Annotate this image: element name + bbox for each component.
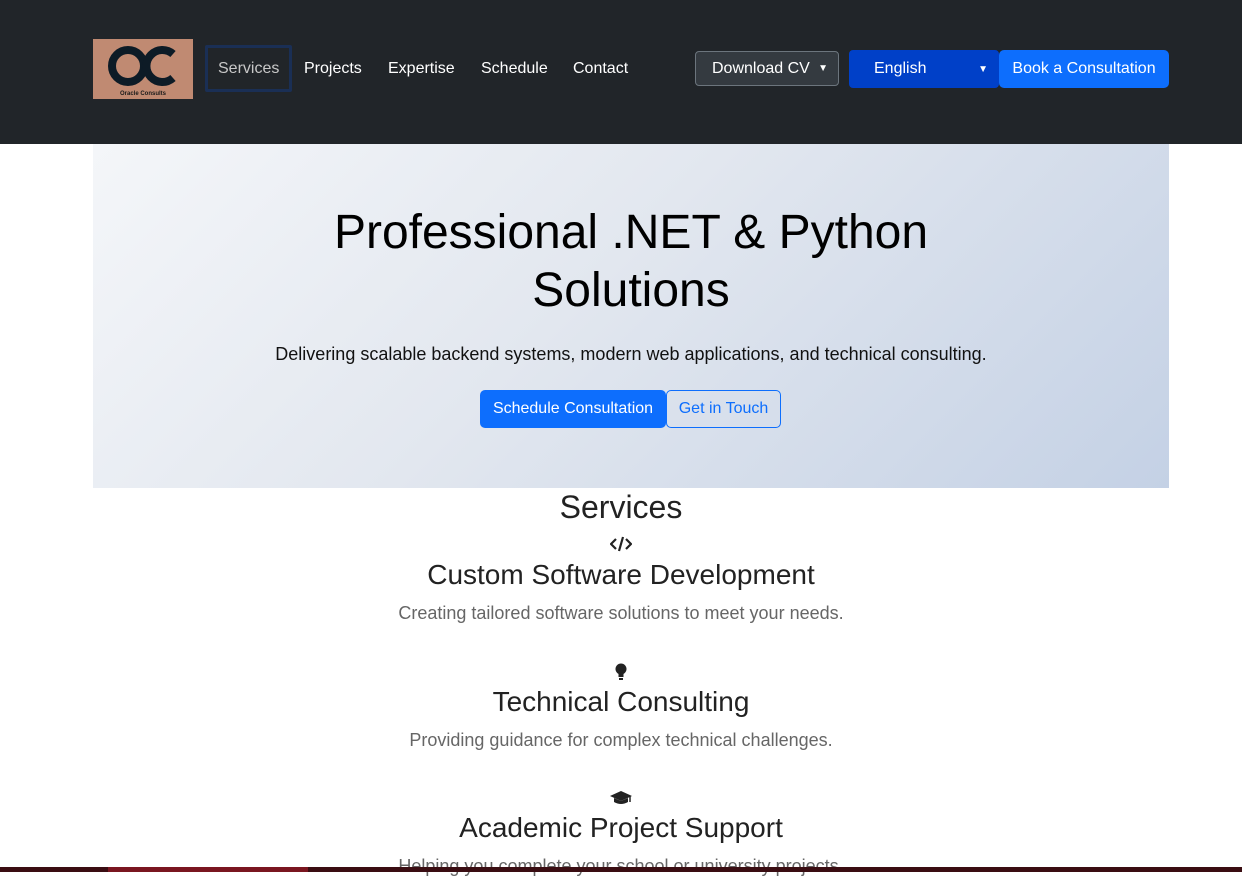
chevron-down-icon: ▼: [818, 63, 828, 74]
nav-link-expertise[interactable]: Expertise: [388, 45, 455, 92]
top-navbar: Oracle Consults Services Projects Expert…: [0, 0, 1242, 144]
get-in-touch-button[interactable]: Get in Touch: [666, 390, 781, 428]
svg-text:Oracle Consults: Oracle Consults: [120, 91, 167, 97]
bottom-taskbar-strip: [0, 867, 1242, 872]
chevron-down-icon: ▼: [978, 63, 988, 75]
nav-link-contact[interactable]: Contact: [573, 45, 628, 92]
language-label: English: [874, 60, 927, 77]
nav-link-services[interactable]: Services: [205, 45, 293, 92]
oc-logo-icon: Oracle Consults: [93, 39, 193, 99]
service-desc-custom-software: Creating tailored software solutions to …: [398, 603, 844, 623]
code-icon: [0, 536, 1242, 557]
service-title-custom-software: Custom Software Development: [427, 559, 815, 590]
nav-link-projects[interactable]: Projects: [304, 45, 362, 92]
download-cv-label: Download CV: [712, 59, 810, 77]
service-desc-academic-support: Helping you complete your school or univ…: [398, 856, 844, 876]
lightbulb-icon: [0, 663, 1242, 686]
book-consultation-button[interactable]: Book a Consultation: [999, 50, 1169, 88]
nav-link-schedule[interactable]: Schedule: [481, 45, 548, 92]
services-heading: Services: [559, 489, 683, 525]
graduation-cap-icon: [0, 790, 1242, 811]
hero-section: Professional .NET & Python Solutions Del…: [93, 144, 1169, 488]
hero-title-line-1: Professional .NET & Python: [333, 206, 929, 259]
download-cv-select[interactable]: Download CV ▼: [695, 51, 839, 86]
hero-title: Professional .NET & Python Solutions: [93, 204, 1169, 320]
language-select[interactable]: English ▼: [849, 50, 999, 88]
service-title-academic-support: Academic Project Support: [459, 812, 783, 843]
brand-logo[interactable]: Oracle Consults: [93, 39, 193, 99]
service-desc-technical-consulting: Providing guidance for complex technical…: [409, 730, 833, 750]
service-title-technical-consulting: Technical Consulting: [492, 686, 750, 717]
schedule-consultation-button[interactable]: Schedule Consultation: [480, 390, 666, 428]
hero-subtitle: Delivering scalable backend systems, mod…: [275, 344, 987, 364]
taskbar-active-segment: [108, 867, 308, 872]
hero-title-line-2: Solutions: [532, 264, 730, 317]
